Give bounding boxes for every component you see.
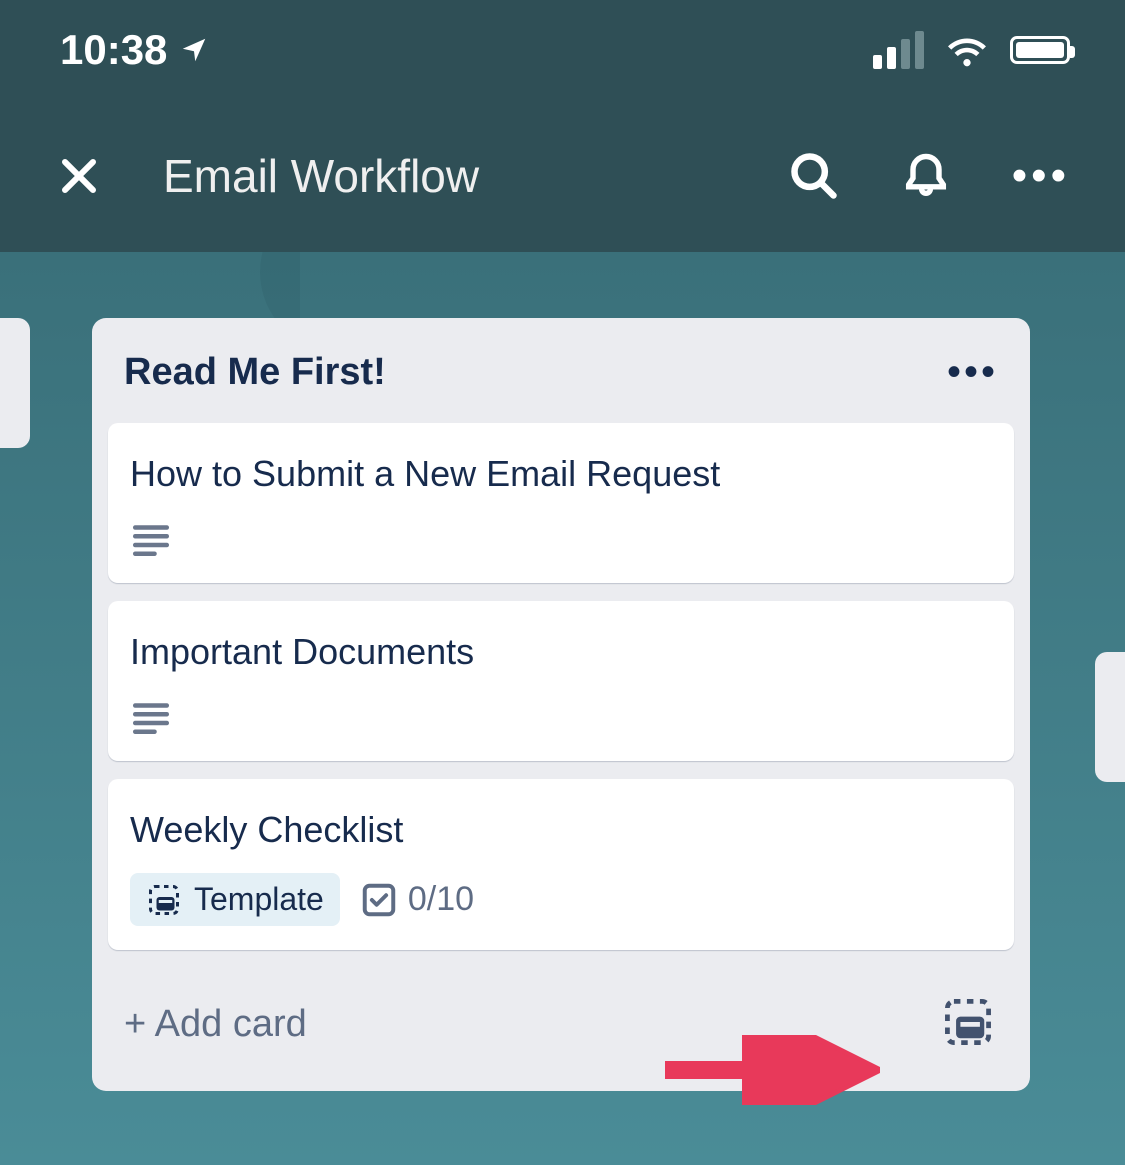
bell-icon[interactable]: [900, 150, 952, 202]
create-from-template-button[interactable]: [942, 996, 994, 1053]
status-time: 10:38: [60, 26, 167, 74]
search-icon[interactable]: [788, 150, 840, 202]
board-area[interactable]: Read Me First! ••• How to Submit a New E…: [0, 252, 1125, 1165]
list-header: Read Me First! •••: [108, 344, 1014, 423]
nav-bar: Email Workflow •••: [0, 100, 1125, 252]
template-icon: [146, 882, 182, 918]
checklist-icon: [360, 881, 398, 919]
card-title: How to Submit a New Email Request: [130, 453, 992, 495]
cellular-icon: [873, 31, 924, 69]
more-icon[interactable]: •••: [1012, 154, 1070, 198]
card-badges: [130, 517, 992, 559]
description-icon: [130, 517, 172, 559]
card[interactable]: How to Submit a New Email Request: [108, 423, 1014, 583]
adjacent-list-right[interactable]: [1095, 652, 1125, 782]
list: Read Me First! ••• How to Submit a New E…: [92, 318, 1030, 1091]
location-arrow-icon: [179, 35, 209, 65]
card-badges: [130, 695, 992, 737]
checklist-badge: 0/10: [360, 880, 474, 919]
list-footer: + Add card: [108, 968, 1014, 1081]
board-title[interactable]: Email Workflow: [163, 149, 788, 203]
template-badge: Template: [130, 873, 340, 926]
description-icon: [130, 695, 172, 737]
wifi-icon: [944, 27, 990, 73]
list-menu-icon[interactable]: •••: [947, 350, 998, 395]
checklist-count: 0/10: [408, 880, 474, 919]
card[interactable]: Important Documents: [108, 601, 1014, 761]
card-badges: Template 0/10: [130, 873, 992, 926]
battery-icon: [1010, 36, 1070, 64]
adjacent-list-left[interactable]: [0, 318, 30, 448]
add-card-button[interactable]: + Add card: [124, 1003, 307, 1046]
list-title[interactable]: Read Me First!: [124, 351, 386, 394]
card[interactable]: Weekly Checklist Template 0/10: [108, 779, 1014, 950]
status-left: 10:38: [60, 26, 209, 74]
card-title: Important Documents: [130, 631, 992, 673]
status-right: [873, 27, 1070, 73]
template-icon: [942, 996, 994, 1048]
nav-actions: •••: [788, 150, 1070, 202]
close-icon[interactable]: [55, 152, 103, 200]
template-badge-label: Template: [194, 881, 324, 918]
card-title: Weekly Checklist: [130, 809, 992, 851]
status-bar: 10:38: [0, 0, 1125, 100]
